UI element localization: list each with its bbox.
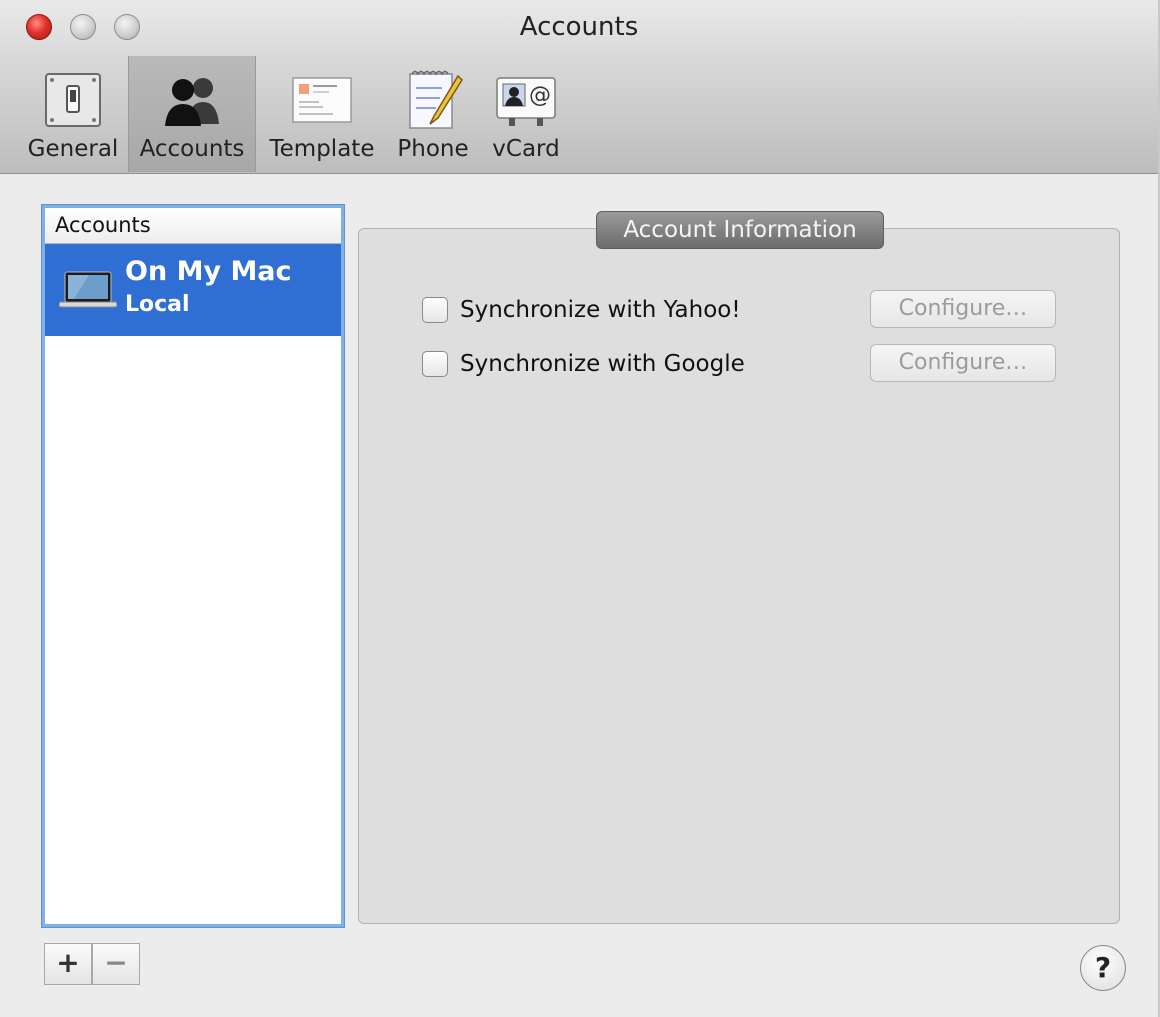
sync-google-checkbox[interactable] — [422, 351, 448, 377]
remove-account-button[interactable]: − — [92, 943, 140, 985]
toolbar-label: Accounts — [139, 136, 245, 162]
configure-yahoo-button[interactable]: Configure… — [870, 290, 1056, 328]
laptop-icon — [59, 271, 117, 308]
sync-google-label: Synchronize with Google — [460, 351, 745, 377]
template-card-icon — [292, 77, 352, 123]
switch-icon — [45, 73, 101, 127]
accounts-list-header: Accounts — [45, 208, 341, 244]
toolbar-label: General — [27, 136, 119, 162]
account-row-on-my-mac[interactable]: On My Mac Local — [45, 244, 341, 336]
window-title: Accounts — [519, 12, 639, 42]
sync-yahoo-label: Synchronize with Yahoo! — [460, 297, 741, 323]
help-button[interactable]: ? — [1080, 945, 1126, 991]
titlebar-toolbar: Accounts General Accounts Template Phone… — [0, 0, 1158, 174]
sync-google-row[interactable]: Synchronize with Google — [422, 349, 745, 379]
notepad-pencil-icon — [409, 70, 463, 129]
toolbar-general[interactable]: General — [26, 56, 120, 172]
account-information-title: Account Information — [596, 211, 884, 249]
preferences-window: Accounts General Accounts Template Phone… — [0, 0, 1160, 1017]
toolbar-template[interactable]: Template — [266, 56, 378, 172]
toolbar-vcard[interactable]: @ vCard — [486, 56, 566, 172]
add-account-button[interactable]: + — [44, 943, 92, 985]
account-subtitle: Local — [125, 292, 190, 317]
toolbar-phone[interactable]: Phone — [388, 56, 478, 172]
people-icon — [165, 78, 219, 126]
toolbar-label: vCard — [492, 136, 560, 162]
vcard-icon: @ — [496, 77, 556, 126]
configure-google-button[interactable]: Configure… — [870, 344, 1056, 382]
sync-yahoo-checkbox[interactable] — [422, 297, 448, 323]
toolbar-accounts[interactable]: Accounts — [128, 56, 256, 172]
toolbar-label: Template — [269, 136, 375, 162]
account-information-box — [358, 228, 1120, 924]
svg-text:@: @ — [529, 83, 551, 108]
account-name: On My Mac — [125, 256, 292, 287]
accounts-list[interactable]: Accounts On My Mac Local — [42, 205, 344, 927]
toolbar-label: Phone — [397, 136, 469, 162]
sync-yahoo-row[interactable]: Synchronize with Yahoo! — [422, 295, 741, 325]
